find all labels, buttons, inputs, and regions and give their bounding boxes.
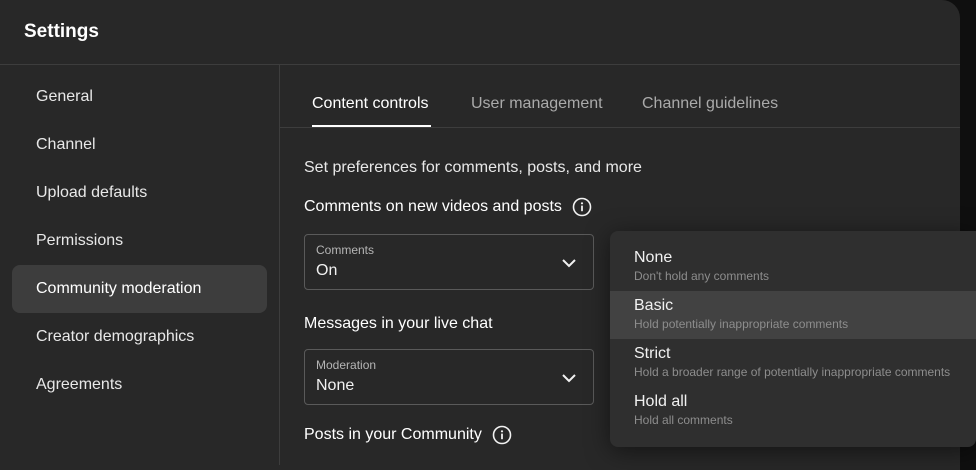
sidebar-item-upload-defaults[interactable]: Upload defaults [12,169,267,217]
comments-section-heading: Comments on new videos and posts [304,197,592,217]
option-hold-all[interactable]: Hold all Hold all comments [610,387,976,435]
tab-channel-guidelines[interactable]: Channel guidelines [642,95,778,113]
option-basic[interactable]: Basic Hold potentially inappropriate com… [610,291,976,339]
comments-heading-text: Comments on new videos and posts [304,198,562,215]
chevron-down-icon [562,374,576,383]
moderation-select-value: None [316,377,355,394]
tab-user-management[interactable]: User management [471,95,603,113]
moderation-select[interactable]: Moderation None [304,349,594,405]
sidebar-item-general[interactable]: General [12,73,267,121]
option-title: Basic [634,297,674,314]
moderation-select-label: Moderation [316,358,377,372]
chevron-down-icon [562,259,576,268]
sidebar-item-community-moderation[interactable]: Community moderation [12,265,267,313]
tab-content-controls[interactable]: Content controls [312,95,429,113]
live-chat-section-heading: Messages in your live chat [304,315,493,333]
option-title: Hold all [634,393,688,410]
comments-options-menu: None Don't hold any comments Basic Hold … [610,231,976,447]
page-title: Settings [24,21,99,42]
option-subtitle: Hold a broader range of potentially inap… [634,365,951,379]
comments-select-label: Comments [316,243,375,257]
option-subtitle: Hold potentially inappropriate comments [634,317,849,331]
sidebar: General Channel Upload defaults Permissi… [0,65,280,465]
title-bar: Settings [0,0,960,65]
option-none[interactable]: None Don't hold any comments [610,243,976,291]
live-chat-heading-text: Messages in your live chat [304,315,493,332]
posts-heading-text: Posts in your Community [304,426,482,443]
posts-section-heading: Posts in your Community [304,425,512,445]
info-icon[interactable] [572,197,592,217]
option-subtitle: Hold all comments [634,413,733,427]
sidebar-item-creator-demographics[interactable]: Creator demographics [12,313,267,361]
sidebar-item-agreements[interactable]: Agreements [12,361,267,409]
settings-description: Set preferences for comments, posts, and… [304,159,642,176]
info-icon[interactable] [492,425,512,445]
option-subtitle: Don't hold any comments [634,269,770,283]
comments-select-value: On [316,262,338,279]
option-title: Strict [634,345,671,362]
option-title: None [634,249,673,266]
sidebar-item-permissions[interactable]: Permissions [12,217,267,265]
active-tab-indicator [312,125,431,127]
sidebar-item-channel[interactable]: Channel [12,121,267,169]
tab-bar: Content controls User management Channel… [280,65,960,128]
option-strict[interactable]: Strict Hold a broader range of potential… [610,339,976,387]
comments-select[interactable]: Comments On [304,234,594,290]
